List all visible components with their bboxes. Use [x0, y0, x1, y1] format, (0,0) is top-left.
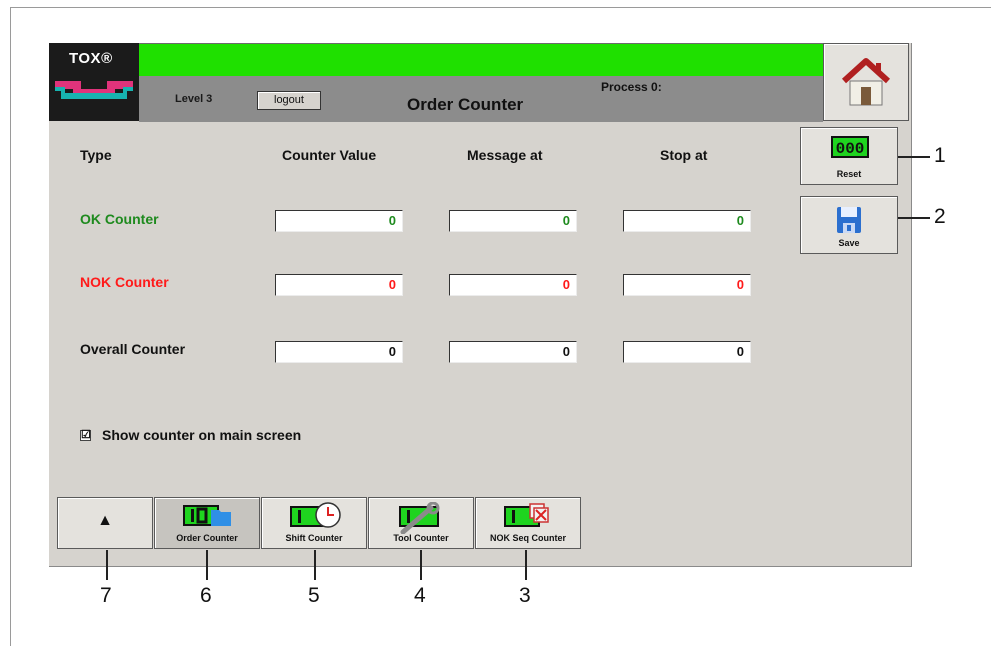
reset-display-text: 000	[836, 140, 865, 158]
process-label: Process 0:	[601, 80, 662, 94]
status-bar	[139, 44, 823, 76]
tab-nok-seq-counter[interactable]: NOK Seq Counter	[475, 497, 581, 549]
ok-counter-value-field[interactable]: 0	[275, 210, 403, 232]
nok-message-at-field[interactable]: 0	[449, 274, 577, 296]
tab-shift-counter-label: Shift Counter	[285, 533, 343, 543]
eject-icon: ▲	[97, 512, 113, 529]
checkmark-icon: ☑	[81, 429, 91, 441]
callout-line-6	[206, 550, 208, 580]
frame-left-border	[10, 7, 11, 646]
callout-line-2	[898, 217, 930, 219]
tab-eject[interactable]: ▲	[57, 497, 153, 549]
overall-counter-label: Overall Counter	[80, 341, 186, 357]
callout-6: 6	[200, 584, 212, 607]
shift-counter-icon	[290, 502, 341, 528]
show-counter-label: Show counter on main screen	[102, 427, 302, 443]
tab-order-counter-label: Order Counter	[176, 533, 238, 543]
callout-3: 3	[519, 584, 531, 607]
logo-text: TOX®	[69, 50, 113, 67]
save-button[interactable]: Save	[800, 196, 898, 254]
tab-order-counter[interactable]: Order Counter	[154, 497, 260, 549]
callout-7: 7	[100, 584, 112, 607]
user-level: Level 3	[175, 93, 213, 105]
ok-stop-at-field[interactable]: 0	[623, 210, 751, 232]
callout-line-3	[525, 550, 527, 580]
nok-counter-value-field[interactable]: 0	[275, 274, 403, 296]
nok-stop-at-field[interactable]: 0	[623, 274, 751, 296]
reset-button-label: Reset	[836, 169, 862, 179]
tab-nok-seq-counter-label: NOK Seq Counter	[489, 533, 566, 543]
overall-message-at-field[interactable]: 0	[449, 341, 577, 363]
tox-logo-mark-icon	[55, 81, 133, 99]
reset-button[interactable]: 000 Reset	[800, 127, 898, 185]
header-bar: Level 3 logout Process 0: Order Counter	[139, 43, 823, 122]
callout-2: 2	[934, 205, 946, 228]
nok-seq-counter-icon	[504, 503, 549, 527]
callout-1: 1	[934, 144, 946, 167]
show-counter-checkbox[interactable]: ☑	[80, 429, 91, 441]
home-icon	[841, 58, 891, 106]
logout-button[interactable]: logout	[257, 91, 321, 110]
frame-top-border	[10, 7, 991, 8]
column-header-message-at: Message at	[467, 147, 543, 163]
overall-stop-at-field[interactable]: 0	[623, 341, 751, 363]
tab-tool-counter-label: Tool Counter	[393, 533, 449, 543]
overall-counter-value-field[interactable]: 0	[275, 341, 403, 363]
column-header-counter-value: Counter Value	[282, 147, 377, 163]
callout-line-4	[420, 550, 422, 580]
tox-logo: TOX®	[49, 43, 139, 121]
callout-4: 4	[414, 584, 426, 607]
save-button-label: Save	[838, 238, 860, 248]
callout-line-5	[314, 550, 316, 580]
home-button[interactable]	[823, 43, 909, 121]
callout-line-7	[106, 550, 108, 580]
order-counter-icon	[183, 505, 231, 526]
reset-counter-icon: 000	[831, 136, 869, 158]
tab-tool-counter[interactable]: Tool Counter	[368, 497, 474, 549]
ok-counter-label: OK Counter	[80, 211, 159, 227]
column-header-type: Type	[80, 147, 112, 163]
ok-message-at-field[interactable]: 0	[449, 210, 577, 232]
floppy-disk-icon	[837, 207, 861, 233]
nok-counter-label: NOK Counter	[80, 274, 169, 290]
page-title: Order Counter	[407, 95, 524, 114]
tab-shift-counter[interactable]: Shift Counter	[261, 497, 367, 549]
column-header-stop-at: Stop at	[660, 147, 708, 163]
tool-counter-icon	[399, 502, 440, 534]
callout-5: 5	[308, 584, 320, 607]
callout-line-1	[898, 156, 930, 158]
